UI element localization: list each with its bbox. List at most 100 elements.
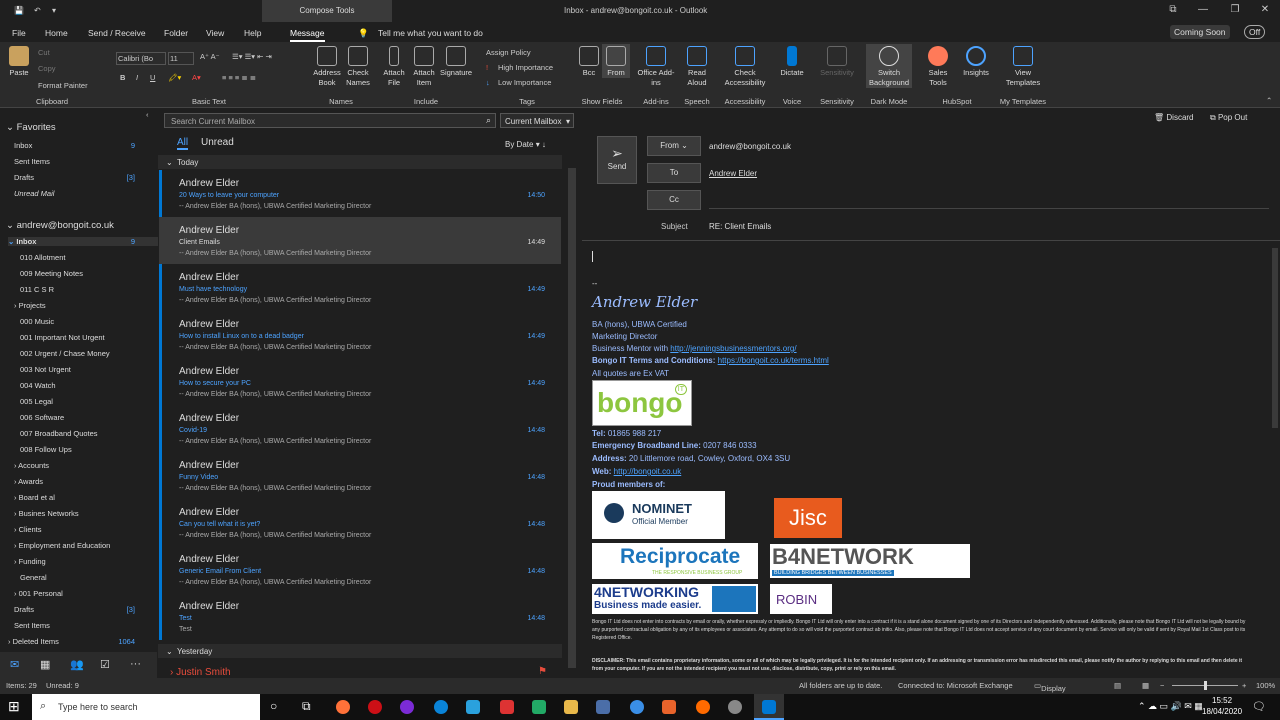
minimize-icon[interactable]: — bbox=[1196, 4, 1210, 18]
message-item[interactable]: Andrew Elder Covid-19 -- Andrew Elder BA (… bbox=[159, 405, 561, 452]
tab-all[interactable]: All bbox=[177, 137, 189, 150]
folder-item[interactable]: 002 Urgent / Chase Money bbox=[20, 349, 110, 358]
folder-item[interactable]: 010 Allotment bbox=[20, 253, 65, 262]
message-body[interactable]: -- Andrew Elder BA (hons), UBWA Certifie… bbox=[582, 241, 1270, 678]
subject-field[interactable]: RE: Client Emails bbox=[709, 222, 771, 231]
align-icons[interactable]: ≡ ≡ ≡ ≣ ≣ bbox=[222, 73, 256, 82]
folder-item[interactable]: 001 Important Not Urgent bbox=[20, 333, 105, 342]
inbox-folder[interactable]: ⌄ Inbox bbox=[8, 237, 158, 246]
app-icon[interactable] bbox=[596, 700, 610, 714]
message-item[interactable]: Andrew Elder Generic Email From Client -- … bbox=[159, 546, 561, 593]
fav-inbox[interactable]: Inbox bbox=[14, 141, 32, 150]
folder-item[interactable]: › Projects bbox=[14, 301, 46, 310]
reading-view-icon[interactable]: ▦ bbox=[1142, 681, 1149, 690]
attach-item-button[interactable]: Attach Item bbox=[408, 46, 440, 88]
tab-view[interactable]: View bbox=[206, 28, 224, 38]
app-icon[interactable] bbox=[400, 700, 414, 714]
save-icon[interactable]: 💾 bbox=[14, 6, 24, 15]
task-view-icon[interactable]: ⧉ bbox=[302, 699, 311, 714]
people-icon[interactable]: 👥 bbox=[70, 658, 84, 671]
underline-icon[interactable]: U bbox=[150, 73, 155, 82]
font-color-icon[interactable]: A▾ bbox=[192, 73, 201, 82]
address-book-button[interactable]: Address Book bbox=[310, 46, 344, 88]
folder-item[interactable]: › 001 Personal bbox=[14, 589, 63, 598]
mail-icon[interactable]: ✉ bbox=[10, 658, 19, 671]
folder-item[interactable]: › Employment and Education bbox=[14, 541, 110, 550]
folder-item[interactable]: 006 Software bbox=[20, 413, 64, 422]
folder-item[interactable]: General bbox=[20, 573, 47, 582]
switch-background-button[interactable]: Switch Background bbox=[866, 44, 912, 88]
firefox-icon[interactable] bbox=[336, 700, 350, 714]
message-item[interactable]: Andrew Elder 20 Ways to leave your comput… bbox=[159, 170, 561, 217]
from-button[interactable]: From bbox=[602, 44, 630, 78]
bold-icon[interactable]: B bbox=[120, 73, 125, 82]
tell-me-input[interactable]: Tell me what you want to do bbox=[378, 28, 483, 38]
group-header-today[interactable]: ⌄ Today bbox=[158, 155, 562, 169]
normal-view-icon[interactable]: ▤ bbox=[1114, 681, 1121, 690]
fav-sent[interactable]: Sent Items bbox=[14, 157, 50, 166]
search-input[interactable]: Search Current Mailbox ⌕ bbox=[164, 113, 496, 128]
folder-item[interactable]: › Busines Networks bbox=[14, 509, 79, 518]
read-aloud-button[interactable]: Read Aloud bbox=[680, 46, 714, 88]
grow-font-icon[interactable]: A⁺ A⁻ bbox=[200, 52, 220, 61]
search-icon[interactable]: ⌕ bbox=[486, 115, 491, 126]
cc-button[interactable]: Cc bbox=[647, 190, 701, 210]
collapse-ribbon-icon[interactable]: ⌃ bbox=[1266, 96, 1272, 105]
folder-item[interactable]: 000 Music bbox=[20, 317, 54, 326]
to-button[interactable]: To bbox=[647, 163, 701, 183]
message-item-selected[interactable]: Andrew Elder Client Emails -- Andrew Elder… bbox=[159, 217, 561, 264]
popout-button[interactable]: ⧉ Pop Out bbox=[1210, 113, 1247, 123]
folder-item[interactable]: › Accounts bbox=[14, 461, 49, 470]
deleted-folder[interactable]: › Deleted Items bbox=[8, 637, 59, 646]
view-templates-button[interactable]: View Templates bbox=[998, 46, 1048, 88]
sensitivity-button[interactable]: Sensitivity bbox=[814, 46, 860, 78]
discard-button[interactable]: 🗑 Discard bbox=[1154, 113, 1194, 122]
windows-start-icon[interactable]: ⊞ bbox=[8, 698, 20, 715]
terms-link[interactable]: https://bongoit.co.uk/terms.html bbox=[718, 356, 829, 365]
tab-unread[interactable]: Unread bbox=[201, 137, 234, 148]
tab-message[interactable]: Message bbox=[290, 28, 325, 42]
attach-file-button[interactable]: Attach File bbox=[378, 46, 410, 88]
check-accessibility-button[interactable]: Check Accessibility bbox=[718, 46, 772, 88]
fav-unread[interactable]: Unread Mail bbox=[14, 189, 54, 198]
folder-item[interactable]: 005 Legal bbox=[20, 397, 53, 406]
close-icon[interactable]: ✕ bbox=[1258, 4, 1272, 18]
file-explorer-icon[interactable] bbox=[564, 700, 578, 714]
signature-button[interactable]: Signature bbox=[438, 46, 474, 78]
app-icon[interactable] bbox=[728, 700, 742, 714]
bullets-icon[interactable]: ☰▾ ☰▾ ⇤ ⇥ bbox=[232, 52, 272, 61]
web-link[interactable]: http://bongoit.co.uk bbox=[614, 467, 682, 476]
favorites-header[interactable]: ⌄ Favorites bbox=[6, 122, 56, 133]
folder-item[interactable]: 007 Broadband Quotes bbox=[20, 429, 98, 438]
send-button[interactable]: ➢ Send bbox=[597, 136, 637, 184]
notifications-icon[interactable]: 🗨 bbox=[1252, 700, 1266, 713]
flag-icon[interactable]: ⚑ bbox=[538, 666, 547, 677]
search-scope-select[interactable]: Current Mailbox ▾ bbox=[500, 113, 574, 128]
bcc-button[interactable]: Bcc bbox=[576, 46, 602, 78]
outlook-taskbar-item[interactable] bbox=[754, 694, 784, 720]
compose-scrollbar[interactable] bbox=[1272, 248, 1278, 428]
edge-icon[interactable] bbox=[434, 700, 448, 714]
display-settings-button[interactable]: ▭ Display Settings bbox=[1034, 681, 1068, 702]
message-item[interactable]: Andrew Elder Funny Video -- Andrew Elder B… bbox=[159, 452, 561, 499]
folder-item[interactable]: › Awards bbox=[14, 477, 43, 486]
tab-home[interactable]: Home bbox=[45, 28, 68, 38]
ribbon-display-icon[interactable]: ⧉ bbox=[1166, 4, 1180, 18]
undo-icon[interactable]: ↶ bbox=[34, 6, 41, 15]
font-name-select[interactable]: Calibri (Bo bbox=[116, 52, 166, 65]
paste-button[interactable]: Paste bbox=[4, 46, 34, 78]
cut-button[interactable]: Cut bbox=[38, 48, 50, 57]
sent-folder[interactable]: Sent Items bbox=[14, 621, 50, 630]
app-icon[interactable] bbox=[500, 700, 514, 714]
high-importance-button[interactable]: High Importance bbox=[498, 63, 553, 72]
dictate-button[interactable]: Dictate bbox=[776, 46, 808, 78]
message-item[interactable]: Andrew Elder Can you tell what it is yet?… bbox=[159, 499, 561, 546]
zoom-out-icon[interactable]: − bbox=[1160, 681, 1164, 690]
cortana-icon[interactable]: ○ bbox=[270, 699, 277, 713]
italic-icon[interactable]: I bbox=[136, 73, 138, 82]
customize-icon[interactable]: ▾ bbox=[52, 6, 56, 15]
collapse-pane-icon[interactable]: ‹ bbox=[146, 110, 149, 119]
copy-button[interactable]: Copy bbox=[38, 64, 56, 73]
from-field-button[interactable]: From ⌄ bbox=[647, 136, 701, 156]
format-painter-button[interactable]: Format Painter bbox=[38, 81, 88, 90]
